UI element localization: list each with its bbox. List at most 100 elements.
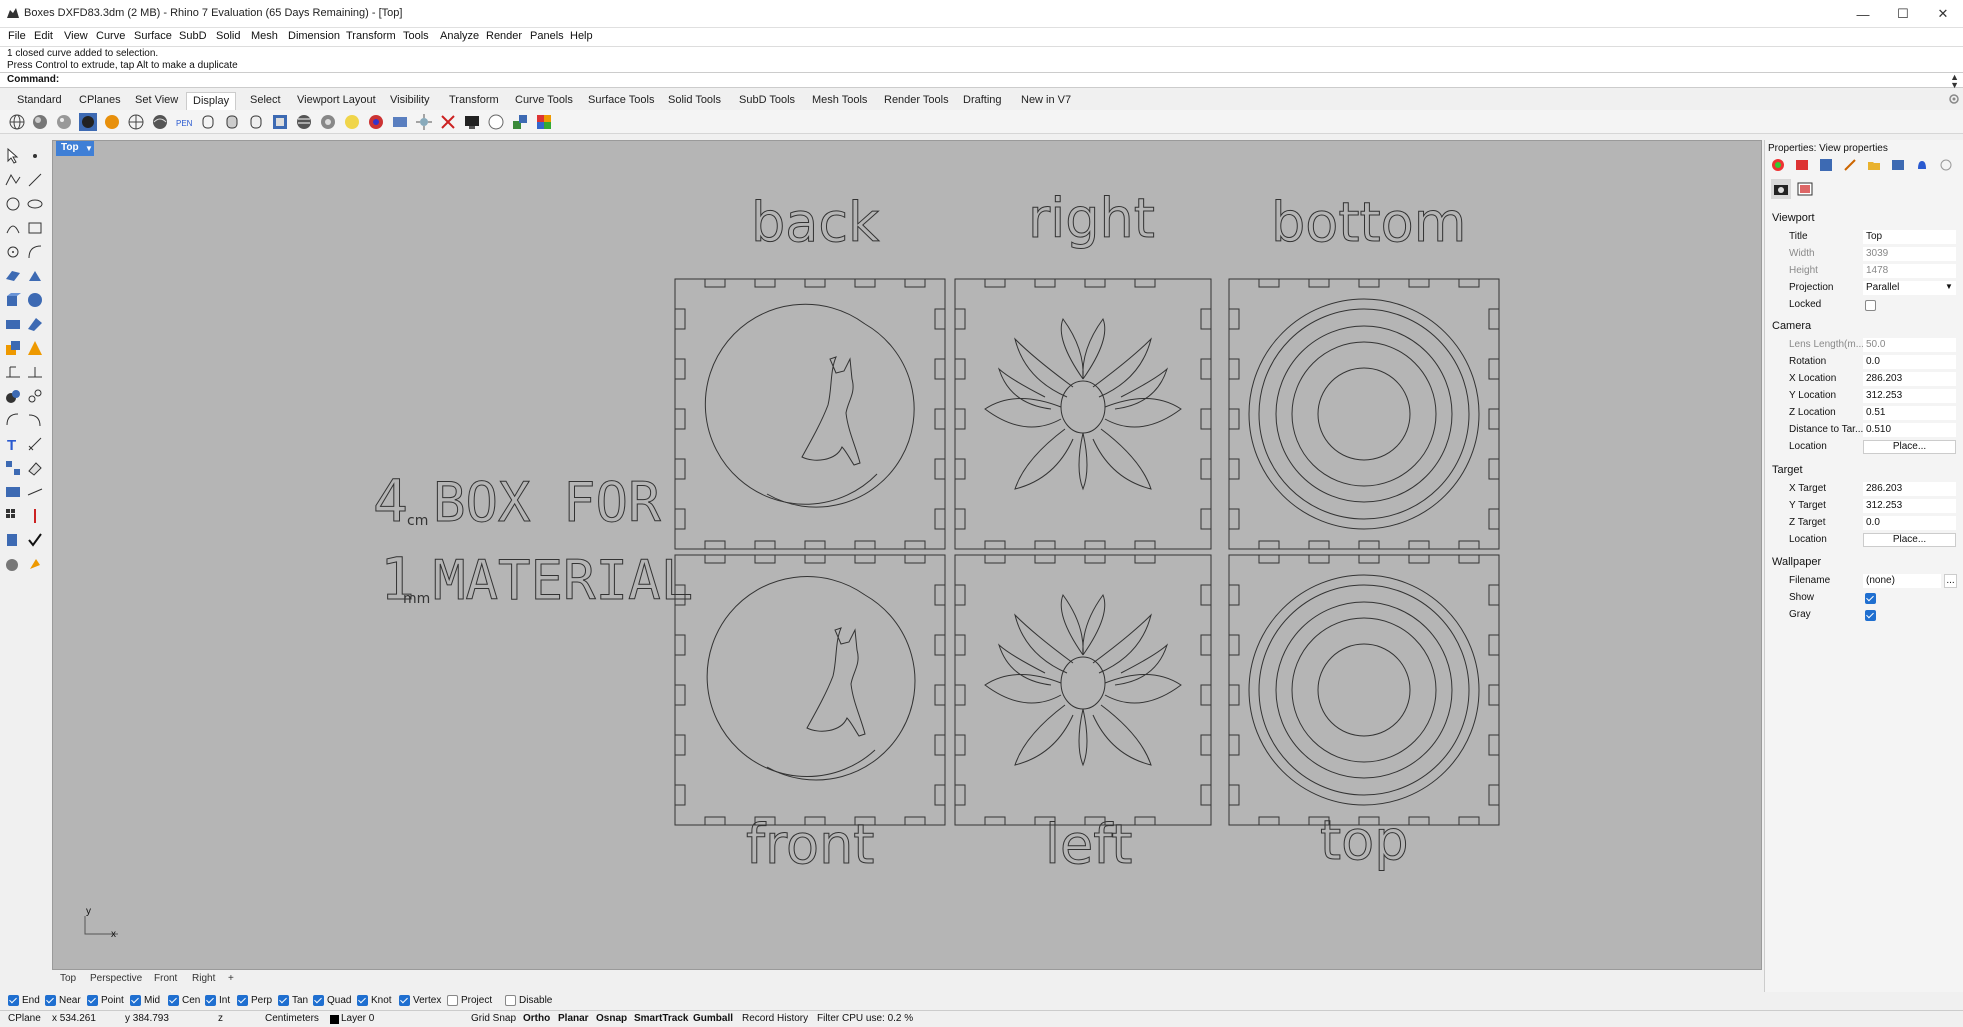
curve-icon[interactable] <box>4 243 22 261</box>
panel-bottom[interactable] <box>1228 278 1500 550</box>
curvature-icon[interactable] <box>367 113 385 131</box>
group-icon[interactable] <box>4 459 22 477</box>
snap-int[interactable]: Int <box>205 995 230 1006</box>
select-icon[interactable] <box>4 147 22 165</box>
sphere-icon[interactable] <box>26 291 44 309</box>
status-ortho[interactable]: Ortho <box>523 1013 550 1024</box>
brush-icon[interactable] <box>1843 158 1857 172</box>
rendered-icon[interactable] <box>55 113 73 131</box>
arctic-icon[interactable] <box>199 113 217 131</box>
target-place-button[interactable]: Place... <box>1863 533 1956 547</box>
viewport-tab-top[interactable]: Top <box>60 973 76 984</box>
settings-icon[interactable] <box>1939 158 1953 172</box>
xray-icon[interactable] <box>103 113 121 131</box>
snap-point[interactable]: Point <box>87 995 124 1006</box>
checkbox-icon[interactable] <box>357 995 368 1006</box>
arc-icon[interactable] <box>4 219 22 237</box>
surface-icon[interactable] <box>4 267 22 285</box>
mesh-icon[interactable] <box>4 315 22 333</box>
rectangle-icon[interactable] <box>26 219 44 237</box>
render-settings-icon[interactable] <box>4 555 22 573</box>
maximize-button[interactable]: ☐ <box>1883 0 1923 28</box>
status-smarttrack[interactable]: SmartTrack <box>634 1013 688 1024</box>
ellipse-icon[interactable] <box>26 195 44 213</box>
sun-icon[interactable] <box>463 113 481 131</box>
fillet-icon[interactable] <box>26 315 44 333</box>
box-icon[interactable] <box>4 291 22 309</box>
locked-checkbox[interactable] <box>1865 300 1876 311</box>
gray-checkbox[interactable] <box>1865 610 1876 621</box>
filename-field[interactable]: (none) <box>1863 574 1941 588</box>
draft-angle-icon[interactable] <box>343 113 361 131</box>
tab-curve-tools[interactable]: Curve Tools <box>511 94 577 106</box>
menu-transform[interactable]: Transform <box>346 30 396 42</box>
status-grid-snap[interactable]: Grid Snap <box>471 1013 516 1024</box>
check-icon[interactable] <box>26 531 44 549</box>
tab-subd-tools[interactable]: SubD Tools <box>735 94 799 106</box>
tab-transform[interactable]: Transform <box>445 94 503 106</box>
command-scroll-icon[interactable]: ▲ ▼ <box>1950 73 1959 90</box>
ghosted-icon[interactable] <box>79 113 97 131</box>
box-text-n1[interactable]: 4 <box>373 467 409 536</box>
x-location-field[interactable]: 286.203 <box>1863 372 1956 386</box>
menu-dimension[interactable]: Dimension <box>288 30 340 42</box>
checkbox-icon[interactable] <box>313 995 324 1006</box>
status-gumball[interactable]: Gumball <box>693 1013 733 1024</box>
dimension-icon[interactable] <box>26 435 44 453</box>
box-text-t1[interactable]: BOX FOR <box>433 471 662 535</box>
menu-file[interactable]: File <box>8 30 26 42</box>
menu-solid[interactable]: Solid <box>216 30 240 42</box>
move-icon[interactable] <box>4 411 22 429</box>
split-icon[interactable] <box>4 363 22 381</box>
browse-button[interactable]: ... <box>1944 574 1957 588</box>
emap-icon[interactable] <box>391 113 409 131</box>
box-text-t2[interactable]: MATERIAL <box>433 549 694 613</box>
command-line[interactable]: Command: ▲ ▼ <box>0 72 1963 90</box>
monochrome-icon[interactable] <box>223 113 241 131</box>
menu-curve[interactable]: Curve <box>96 30 125 42</box>
snap-cen[interactable]: Cen <box>168 995 200 1006</box>
artistic-icon[interactable] <box>151 113 169 131</box>
array-icon[interactable] <box>4 483 22 501</box>
checkbox-icon[interactable] <box>399 995 410 1006</box>
checkbox-icon[interactable] <box>168 995 179 1006</box>
bell-icon[interactable] <box>1915 158 1929 172</box>
point-icon[interactable] <box>26 147 44 165</box>
join-icon[interactable] <box>26 363 44 381</box>
offset-icon[interactable] <box>4 339 22 357</box>
status-units[interactable]: Centimeters <box>265 1013 319 1024</box>
checkbox-icon[interactable] <box>278 995 289 1006</box>
show-checkbox[interactable] <box>1865 593 1876 604</box>
tab-display[interactable]: Display <box>186 92 237 110</box>
rotation-field[interactable]: 0.0 <box>1863 355 1956 369</box>
zebra-icon[interactable] <box>295 113 313 131</box>
tab-drafting[interactable]: Drafting <box>959 94 1006 106</box>
orient-icon[interactable] <box>26 483 44 501</box>
analyze-icon[interactable] <box>4 531 22 549</box>
folder-icon[interactable] <box>1867 158 1881 172</box>
panel-right[interactable] <box>954 278 1212 550</box>
extrude-icon[interactable] <box>26 267 44 285</box>
env-map-icon[interactable] <box>319 113 337 131</box>
snap-vertex[interactable]: Vertex <box>399 995 441 1006</box>
tab-render-tools[interactable]: Render Tools <box>880 94 953 106</box>
snap-knot[interactable]: Knot <box>357 995 392 1006</box>
tab-surface-tools[interactable]: Surface Tools <box>584 94 658 106</box>
tab-viewport-layout[interactable]: Viewport Layout <box>293 94 380 106</box>
trim-icon[interactable] <box>26 339 44 357</box>
image-icon[interactable] <box>1891 158 1905 172</box>
menu-mesh[interactable]: Mesh <box>251 30 278 42</box>
z-location-field[interactable]: 0.51 <box>1863 406 1956 420</box>
camera-icon[interactable] <box>1771 179 1791 199</box>
minimize-button[interactable]: — <box>1843 0 1883 28</box>
label-right[interactable]: right <box>1028 187 1156 251</box>
projection-select[interactable]: Parallel <box>1863 281 1956 295</box>
rotate-icon[interactable] <box>26 411 44 429</box>
menu-view[interactable]: View <box>64 30 88 42</box>
checkbox-icon[interactable] <box>8 995 19 1006</box>
loft-icon[interactable] <box>26 243 44 261</box>
tab-select[interactable]: Select <box>246 94 285 106</box>
label-left[interactable]: left <box>1045 813 1133 877</box>
label-top[interactable]: top <box>1320 809 1410 873</box>
panel-left[interactable] <box>954 554 1212 826</box>
